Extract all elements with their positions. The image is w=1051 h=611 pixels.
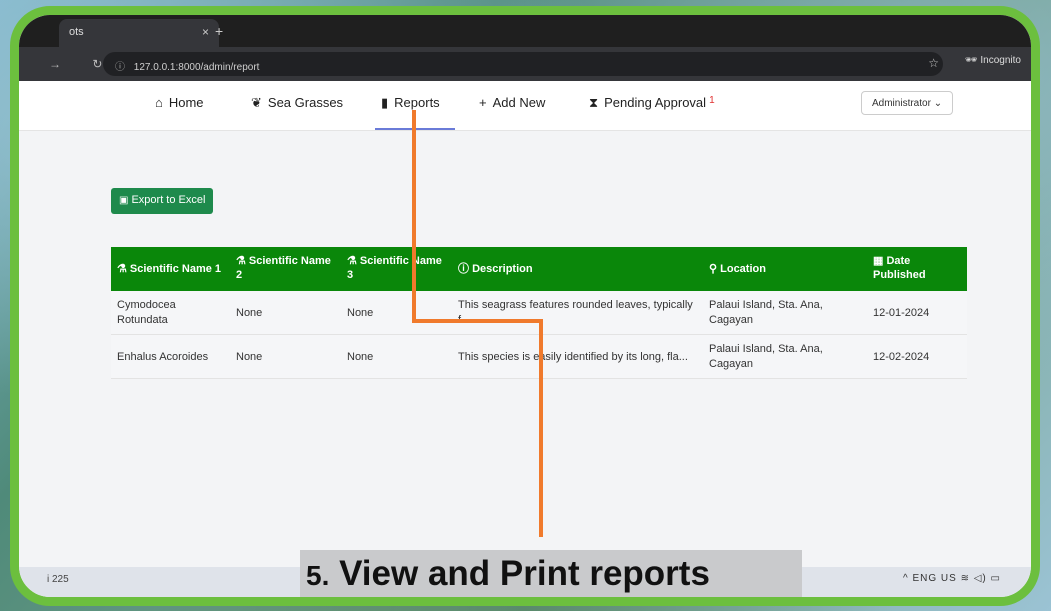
cell-location: Palaui Island, Sta. Ana, Cagayan <box>709 299 823 326</box>
nav-add-new-label: Add New <box>492 95 546 110</box>
nav-reports-label: Reports <box>394 95 440 110</box>
microscope-icon: ⚗ <box>347 255 360 267</box>
nav-sea-grasses[interactable]: ❦ Sea Grasses <box>251 95 343 111</box>
screenshot-frame: ots × + → ↻ ⓘ 127.0.0.1:8000/admin/repor… <box>10 6 1040 606</box>
info-circle-icon: ⓘ <box>458 263 473 275</box>
system-tray[interactable]: ^ ENG US ≋ ◁) ▭ <box>903 573 1001 584</box>
nav-pending-label: Pending Approval <box>604 95 707 110</box>
incognito-indicator[interactable]: 🕶 Incognito <box>965 55 1021 66</box>
url-bar[interactable]: ⓘ 127.0.0.1:8000/admin/report <box>103 52 943 76</box>
site-info-icon[interactable]: ⓘ <box>115 62 125 73</box>
user-menu-label: Administrator <box>872 98 931 109</box>
user-menu-select[interactable]: Administrator ⌄ <box>861 91 953 115</box>
pointer-line <box>412 110 416 322</box>
header-description[interactable]: ⓘ Description <box>458 262 698 276</box>
cell-sci3: None <box>347 307 374 319</box>
tab-title: ots <box>69 26 84 38</box>
chevron-up-icon: ^ <box>902 573 913 584</box>
microscope-icon: ⚗ <box>236 255 249 267</box>
step-text: View and Print reports <box>339 554 710 593</box>
calendar-icon: ▦ <box>873 255 887 267</box>
pending-count-badge: 1 <box>709 95 715 106</box>
header-sci2[interactable]: ⚗ Scientific Name 2 <box>236 254 336 282</box>
nav-home-label: Home <box>168 95 204 110</box>
hourglass-icon: ⧗ <box>589 95 599 110</box>
step-caption: 5. View and Print reports <box>300 550 802 597</box>
leaf-icon: ❦ <box>251 95 262 110</box>
cell-sci3: None <box>347 351 374 363</box>
export-excel-button[interactable]: ▣ Export to Excel <box>111 188 213 214</box>
cell-description: This seagrass features rounded leaves, t… <box>458 299 693 326</box>
excel-file-icon: ▣ <box>119 195 129 206</box>
wifi-icon: ≋ <box>960 573 970 584</box>
home-icon: ⌂ <box>155 95 163 110</box>
header-sci2-label: Scientific Name 2 <box>236 255 331 281</box>
nav-reports[interactable]: ▮ Reports <box>381 95 440 111</box>
pointer-line <box>412 319 543 323</box>
url-text: 127.0.0.1:8000/admin/report <box>133 62 260 73</box>
nav-pending-approval[interactable]: ⧗ Pending Approval 1 <box>589 95 715 111</box>
nav-sea-grasses-label: Sea Grasses <box>267 95 344 110</box>
bookmark-star-icon[interactable]: ☆ <box>928 56 939 70</box>
map-pin-icon: ⚲ <box>709 263 721 275</box>
nav-home[interactable]: ⌂ Home <box>155 95 204 110</box>
header-location[interactable]: ⚲ Location <box>709 262 859 276</box>
cell-sci2: None <box>236 307 263 319</box>
app-navbar: ⌂ Home ❦ Sea Grasses ▮ Reports + Add New ⧗ Pe… <box>19 81 1031 131</box>
header-sci3-label: Scientific Name 3 <box>347 255 442 281</box>
file-icon: ▮ <box>381 95 389 110</box>
volume-icon: ◁) <box>973 573 987 584</box>
header-sci1[interactable]: ⚗ Scientific Name 1 <box>117 262 229 276</box>
taskbar-weather[interactable]: i 225 <box>47 574 69 585</box>
cell-sci1: Enhalus Acoroides <box>117 351 209 363</box>
cell-sci2: None <box>236 351 263 363</box>
cell-description: This species is easily identified by its… <box>458 351 688 363</box>
nav-add-new[interactable]: + Add New <box>479 95 545 110</box>
header-location-label: Location <box>720 263 766 275</box>
battery-icon: ▭ <box>990 573 1001 584</box>
header-sci1-label: Scientific Name 1 <box>129 263 222 275</box>
cell-date: 12-01-2024 <box>873 307 930 319</box>
new-tab-icon[interactable]: + <box>215 23 223 39</box>
tab-close-icon[interactable]: × <box>202 25 209 39</box>
header-description-label: Description <box>472 263 533 275</box>
step-number: 5. <box>306 560 330 591</box>
browser-tab[interactable]: ots × <box>59 19 219 47</box>
chevron-down-icon: ⌄ <box>933 98 943 109</box>
table-header: ⚗ Scientific Name 1 ⚗ Scientific Name 2 … <box>111 247 967 291</box>
plus-icon: + <box>479 95 487 110</box>
lang-indicator: ENG US <box>912 573 957 584</box>
cell-date: 12-02-2024 <box>873 351 930 363</box>
header-date[interactable]: ▦ Date Published <box>873 254 943 282</box>
cell-sci1: Cymodocea Rotundata <box>117 299 176 326</box>
incognito-label: Incognito <box>980 55 1021 66</box>
pointer-line <box>539 319 543 537</box>
header-sci3[interactable]: ⚗ Scientific Name 3 <box>347 254 447 282</box>
export-label: Export to Excel <box>131 194 206 206</box>
browser-addressbar: → ↻ ⓘ 127.0.0.1:8000/admin/report ☆ 🕶 In… <box>19 47 1031 81</box>
cell-location: Palaui Island, Sta. Ana, Cagayan <box>709 343 823 370</box>
incognito-icon: 🕶 <box>964 55 978 66</box>
microscope-icon: ⚗ <box>117 263 130 275</box>
browser-tabbar: ots × + <box>19 15 1031 47</box>
